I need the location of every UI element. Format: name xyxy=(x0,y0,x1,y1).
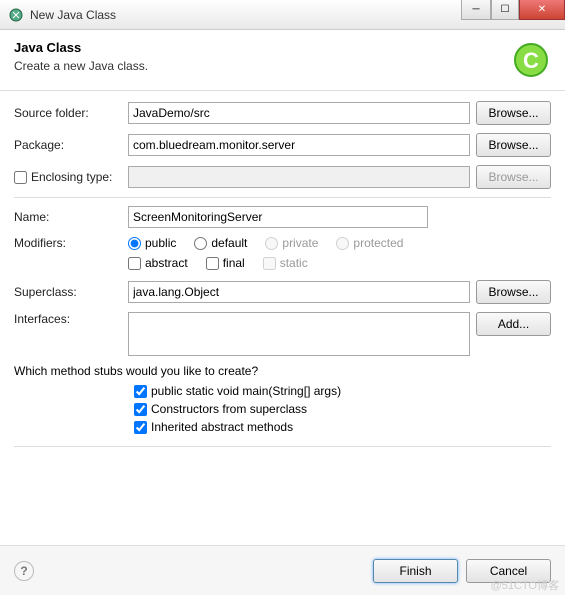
enclosing-type-input xyxy=(128,166,470,188)
stub-constructors-checkbox[interactable]: Constructors from superclass xyxy=(134,402,551,416)
minimize-button[interactable]: ─ xyxy=(461,0,491,20)
superclass-label: Superclass: xyxy=(14,285,122,299)
name-label: Name: xyxy=(14,210,122,224)
modifier-abstract[interactable]: abstract xyxy=(128,256,188,270)
enclosing-browse-button: Browse... xyxy=(476,165,551,189)
footer: ? Finish Cancel xyxy=(0,545,565,595)
interfaces-label: Interfaces: xyxy=(14,312,122,326)
separator xyxy=(14,197,551,198)
modifiers-label: Modifiers: xyxy=(14,236,122,250)
help-icon[interactable]: ? xyxy=(14,561,34,581)
package-input[interactable] xyxy=(128,134,470,156)
titlebar: New Java Class ─ ☐ ✕ xyxy=(0,0,565,30)
modifier-public[interactable]: public xyxy=(128,236,176,250)
interfaces-list[interactable] xyxy=(128,312,470,356)
package-browse-button[interactable]: Browse... xyxy=(476,133,551,157)
package-label: Package: xyxy=(14,138,122,152)
window-controls: ─ ☐ ✕ xyxy=(461,0,565,20)
stub-inherited-checkbox[interactable]: Inherited abstract methods xyxy=(134,420,551,434)
name-input[interactable] xyxy=(128,206,428,228)
header-subtitle: Create a new Java class. xyxy=(14,59,148,73)
stub-main-checkbox[interactable]: public static void main(String[] args) xyxy=(134,384,551,398)
modifier-default[interactable]: default xyxy=(194,236,247,250)
source-folder-browse-button[interactable]: Browse... xyxy=(476,101,551,125)
maximize-button[interactable]: ☐ xyxy=(491,0,519,20)
interfaces-add-button[interactable]: Add... xyxy=(476,312,551,336)
source-folder-input[interactable] xyxy=(128,102,470,124)
class-icon: C xyxy=(511,40,551,80)
header-title: Java Class xyxy=(14,40,148,55)
app-icon xyxy=(8,7,24,23)
stubs-question: Which method stubs would you like to cre… xyxy=(14,364,551,378)
watermark: @51CTO博客 xyxy=(491,577,559,593)
finish-button[interactable]: Finish xyxy=(373,559,458,583)
enclosing-type-label: Enclosing type: xyxy=(14,170,122,184)
superclass-input[interactable] xyxy=(128,281,470,303)
dialog-header: Java Class Create a new Java class. C xyxy=(0,30,565,91)
superclass-browse-button[interactable]: Browse... xyxy=(476,280,551,304)
window-title: New Java Class xyxy=(30,8,116,22)
modifier-static: static xyxy=(263,256,308,270)
modifier-protected: protected xyxy=(336,236,403,250)
close-button[interactable]: ✕ xyxy=(519,0,565,20)
source-folder-label: Source folder: xyxy=(14,106,122,120)
modifier-private: private xyxy=(265,236,318,250)
modifier-final[interactable]: final xyxy=(206,256,245,270)
content-area: Source folder: Browse... Package: Browse… xyxy=(0,91,565,465)
separator xyxy=(14,446,551,447)
svg-text:C: C xyxy=(523,48,539,73)
enclosing-type-checkbox[interactable] xyxy=(14,171,27,184)
